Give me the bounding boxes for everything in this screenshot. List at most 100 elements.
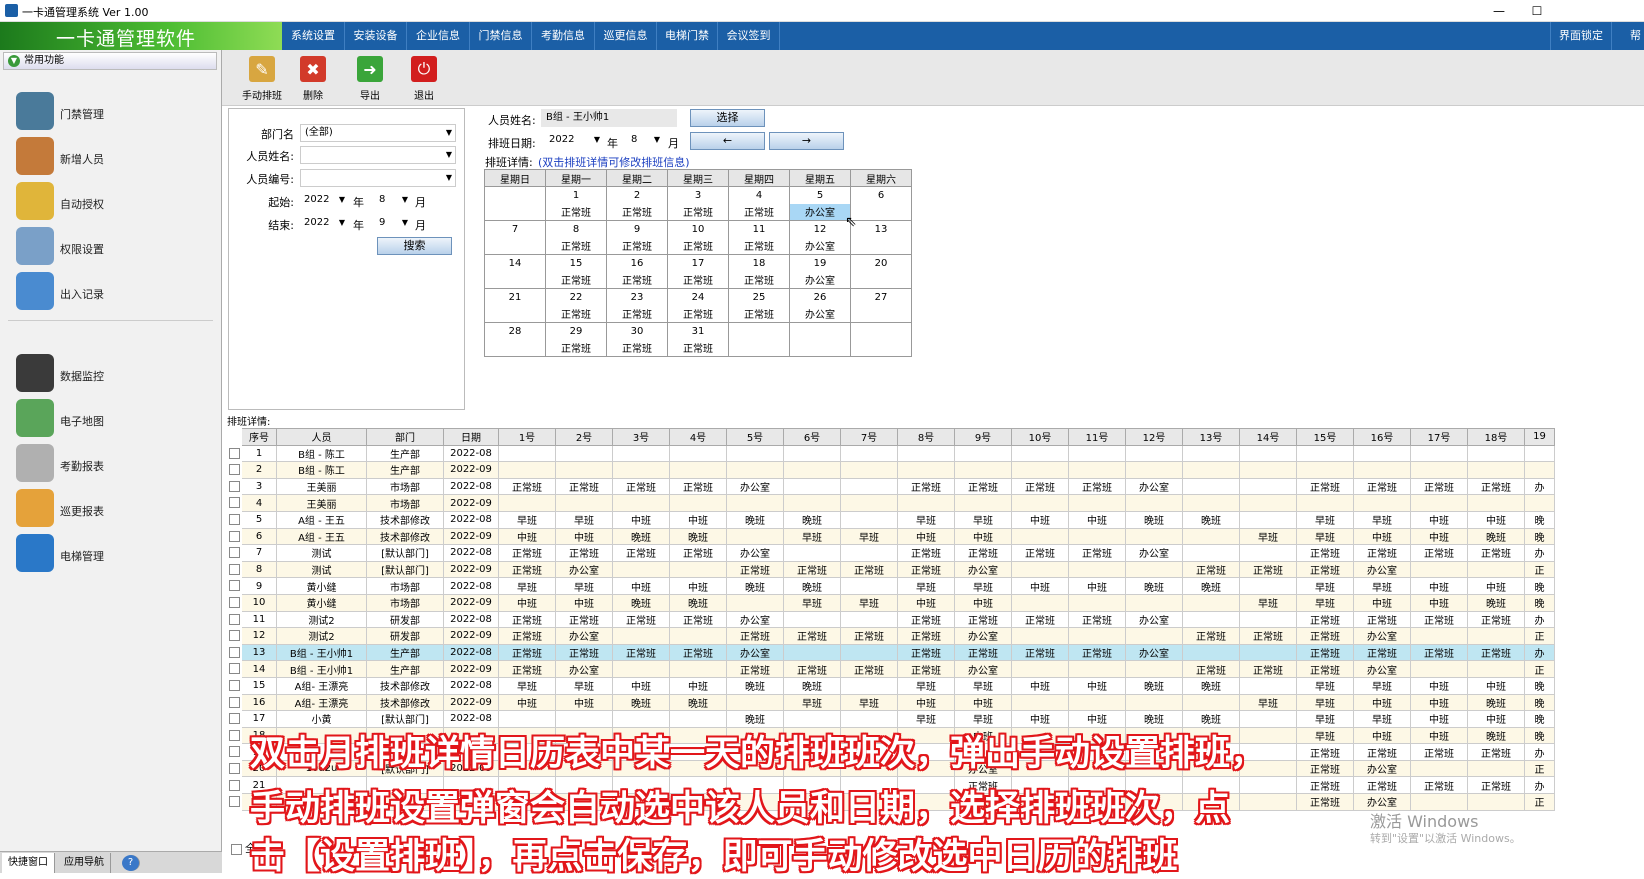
table-cell[interactable]: 正常班 xyxy=(1239,627,1297,645)
table-cell[interactable]: 2022-08 xyxy=(443,577,499,595)
calendar-day-number[interactable]: 12 xyxy=(789,220,851,238)
table-cell[interactable]: 黄小缝 xyxy=(276,593,367,612)
table-cell[interactable]: 10 xyxy=(241,593,277,612)
dept-select[interactable]: (全部) ▼ xyxy=(300,124,456,142)
table-cell[interactable] xyxy=(669,461,727,479)
table-cell[interactable] xyxy=(555,494,613,512)
table-cell[interactable]: 中班 xyxy=(1410,527,1468,546)
table-cell[interactable] xyxy=(1467,759,1525,778)
table-cell[interactable] xyxy=(726,593,784,612)
table-cell[interactable]: A组 - 王五 xyxy=(276,527,367,546)
table-cell[interactable]: 正常班 xyxy=(897,477,955,496)
table-cell[interactable]: 正常班 xyxy=(498,544,556,562)
table-cell[interactable]: 正常班 xyxy=(1467,776,1525,795)
calendar-day-number[interactable]: 22 xyxy=(545,288,607,306)
table-row[interactable]: 8 测试 [默认部门] 2022-09 正常班 办公室 正常班 正常班 正常班 正常班 办公室 正常班… xyxy=(227,560,1555,579)
table-cell[interactable]: 6 xyxy=(241,527,277,546)
table-cell[interactable]: 2022-09 xyxy=(443,560,499,579)
checkbox[interactable] xyxy=(229,447,240,459)
table-cell[interactable] xyxy=(1239,477,1297,496)
table-row[interactable]: 3 王美丽 市场部 2022-08 正常班 正常班 正常班 正常班 办公室 正常班 正常班 正常班 正常… xyxy=(227,477,1555,496)
calendar-day-number[interactable]: 13 xyxy=(850,220,912,238)
table-cell[interactable]: 正常班 xyxy=(612,477,670,496)
table-cell[interactable]: 2 xyxy=(241,461,277,479)
table-cell[interactable]: 晚班 xyxy=(1182,510,1240,529)
table-cell[interactable]: 早班 xyxy=(1296,577,1354,595)
table-cell[interactable]: 正常班 xyxy=(954,544,1012,562)
calendar-shift-cell[interactable]: 正常班 xyxy=(545,203,607,221)
table-cell[interactable]: 正常班 xyxy=(1296,743,1354,761)
table-cell[interactable]: 市场部 xyxy=(366,477,444,496)
calendar-shift-cell[interactable] xyxy=(484,271,546,289)
table-cell[interactable] xyxy=(1068,494,1126,512)
table-cell[interactable] xyxy=(1524,444,1555,463)
table-cell[interactable] xyxy=(897,444,955,463)
table-cell[interactable]: 正常班 xyxy=(1410,643,1468,662)
table-cell[interactable]: 早班 xyxy=(1296,726,1354,745)
table-cell[interactable]: 早班 xyxy=(840,593,898,612)
table-cell[interactable]: 正常班 xyxy=(612,643,670,662)
table-cell[interactable]: 正常班 xyxy=(1296,759,1354,778)
calendar-day-number[interactable]: 28 xyxy=(484,322,546,340)
table-cell[interactable]: 正常班 xyxy=(783,560,841,579)
table-cell[interactable]: [默认部门] xyxy=(366,560,444,579)
menu-item-2[interactable]: 企业信息 xyxy=(407,22,470,50)
table-cell[interactable]: 3 xyxy=(241,477,277,496)
table-cell[interactable] xyxy=(1239,444,1297,463)
table-cell[interactable]: 晚班 xyxy=(612,693,670,712)
table-cell[interactable] xyxy=(1125,461,1183,479)
table-cell[interactable] xyxy=(840,577,898,595)
calendar-day-number[interactable]: 18 xyxy=(728,254,790,272)
table-cell[interactable]: 中班 xyxy=(1353,693,1411,712)
table-cell[interactable]: 中班 xyxy=(1467,710,1525,728)
table-cell[interactable]: 中班 xyxy=(1410,693,1468,712)
column-header[interactable]: 3号 xyxy=(612,428,670,446)
sidebar-item-elevator-manage[interactable]: 电梯管理 xyxy=(16,534,206,574)
table-cell[interactable]: 正常班 xyxy=(1353,643,1411,662)
table-cell[interactable]: 生产部 xyxy=(366,444,444,463)
table-cell[interactable] xyxy=(555,444,613,463)
table-cell[interactable]: 正常班 xyxy=(1410,477,1468,496)
table-cell[interactable]: 晚班 xyxy=(783,676,841,695)
table-cell[interactable]: 晚 xyxy=(1524,710,1555,728)
table-cell[interactable] xyxy=(612,560,670,579)
calendar-shift-cell[interactable]: 正常班 xyxy=(728,271,790,289)
table-cell[interactable]: 晚班 xyxy=(1125,676,1183,695)
table-cell[interactable]: 正常班 xyxy=(954,643,1012,662)
column-header[interactable]: 人员 xyxy=(276,428,367,446)
table-cell[interactable]: 15 xyxy=(241,676,277,695)
table-cell[interactable]: 早班 xyxy=(498,676,556,695)
table-cell[interactable]: 正常班 xyxy=(498,627,556,645)
calendar-shift-cell[interactable] xyxy=(850,271,912,289)
table-cell[interactable]: 测试2 xyxy=(276,627,367,645)
row-checkbox[interactable] xyxy=(227,759,242,778)
table-cell[interactable]: 早班 xyxy=(1353,510,1411,529)
table-cell[interactable]: 7 xyxy=(241,544,277,562)
table-cell[interactable]: 14 xyxy=(241,660,277,678)
start-year-select[interactable]: 2022 ▼ xyxy=(300,192,348,210)
column-header[interactable]: 7号 xyxy=(840,428,898,446)
table-cell[interactable]: 正常班 xyxy=(897,627,955,645)
table-cell[interactable]: 正常班 xyxy=(498,643,556,662)
calendar-shift-cell[interactable]: 正常班 xyxy=(728,237,790,255)
calendar-shift-cell[interactable]: 正常班 xyxy=(545,339,607,357)
table-cell[interactable]: 中班 xyxy=(612,577,670,595)
row-checkbox[interactable] xyxy=(227,593,242,612)
table-cell[interactable] xyxy=(1068,660,1126,678)
table-cell[interactable]: 正常班 xyxy=(1353,477,1411,496)
row-checkbox[interactable] xyxy=(227,793,242,811)
table-cell[interactable]: 早班 xyxy=(555,676,613,695)
table-row[interactable]: 12 测试2 研发部 2022-09 正常班 办公室 正常班 正常班 正常班 正常班 办公室 正常班正… xyxy=(227,627,1555,645)
calendar-shift-cell[interactable] xyxy=(728,339,790,357)
table-cell[interactable]: 晚班 xyxy=(783,510,841,529)
table-cell[interactable]: 中班 xyxy=(1410,577,1468,595)
table-cell[interactable]: 正常班 xyxy=(1011,477,1069,496)
table-cell[interactable] xyxy=(1239,643,1297,662)
table-cell[interactable] xyxy=(1182,461,1240,479)
table-cell[interactable] xyxy=(783,494,841,512)
table-cell[interactable]: 早班 xyxy=(1296,510,1354,529)
table-cell[interactable]: 早班 xyxy=(498,510,556,529)
table-cell[interactable]: 早班 xyxy=(1239,593,1297,612)
table-cell[interactable] xyxy=(1353,461,1411,479)
table-cell[interactable]: 正常班 xyxy=(669,643,727,662)
